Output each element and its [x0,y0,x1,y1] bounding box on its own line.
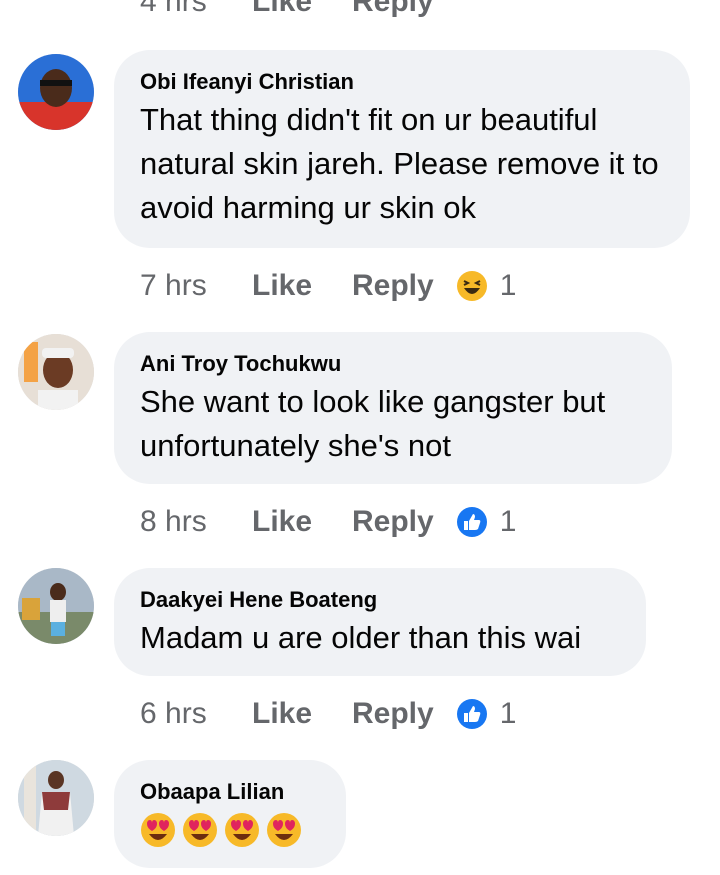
comment-bubble: Ani Troy Tochukwu She want to look like … [114,332,672,484]
like-button[interactable]: Like [252,697,352,731]
comment-actions: 6 hrs Like Reply 1 [140,694,516,734]
comment-timestamp[interactable]: 6 hrs [140,697,252,731]
like-reaction-icon[interactable] [456,698,488,730]
avatar[interactable] [18,760,94,836]
emoji-row [140,812,318,848]
comment-actions: 7 hrs Like Reply 1 [140,266,516,306]
person-avatar-icon [18,568,94,644]
person-avatar-icon [18,54,94,130]
comment-author[interactable]: Obi Ifeanyi Christian [140,68,662,96]
like-button[interactable]: Like [252,269,352,303]
like-button[interactable]: Like [252,0,352,19]
reply-button[interactable]: Reply [352,505,434,539]
comment-text: Madam u are older than this wai [140,620,582,655]
like-reaction-icon[interactable] [456,506,488,538]
reply-button[interactable]: Reply [352,0,434,19]
comment-bubble: Obi Ifeanyi Christian That thing didn't … [114,50,690,248]
person-avatar-icon [18,334,94,410]
comment-author[interactable]: Ani Troy Tochukwu [140,350,644,378]
comment-text: That thing didn't fit on ur beautiful na… [140,102,659,225]
reaction-count: 1 [499,697,517,730]
heart-eyes-emoji-icon [267,813,301,847]
haha-reaction-icon[interactable] [456,270,488,302]
avatar[interactable] [18,334,94,410]
person-avatar-icon [18,760,94,836]
comment-bubble: Daakyei Hene Boateng Madam u are older t… [114,568,646,676]
comment-actions: 8 hrs Like Reply 1 [140,502,516,542]
comment-timestamp[interactable]: 7 hrs [140,269,252,303]
like-button[interactable]: Like [252,505,352,539]
comment-text: She want to look like gangster but unfor… [140,384,606,463]
comment-author[interactable]: Daakyei Hene Boateng [140,586,618,614]
heart-eyes-emoji-icon [141,813,175,847]
avatar[interactable] [18,54,94,130]
comment-timestamp[interactable]: 8 hrs [140,505,252,539]
heart-eyes-emoji-icon [225,813,259,847]
avatar[interactable] [18,568,94,644]
comment-timestamp: 4 hrs [140,0,207,18]
reply-button[interactable]: Reply [352,697,434,731]
comment-author[interactable]: Obaapa Lilian [140,778,318,806]
comment-bubble: Obaapa Lilian [114,760,346,868]
reaction-count: 1 [499,505,517,538]
reply-button[interactable]: Reply [352,269,434,303]
previous-comment-actions: 4 hrs Like Reply [140,0,434,22]
heart-eyes-emoji-icon [183,813,217,847]
reaction-count: 1 [499,269,517,302]
